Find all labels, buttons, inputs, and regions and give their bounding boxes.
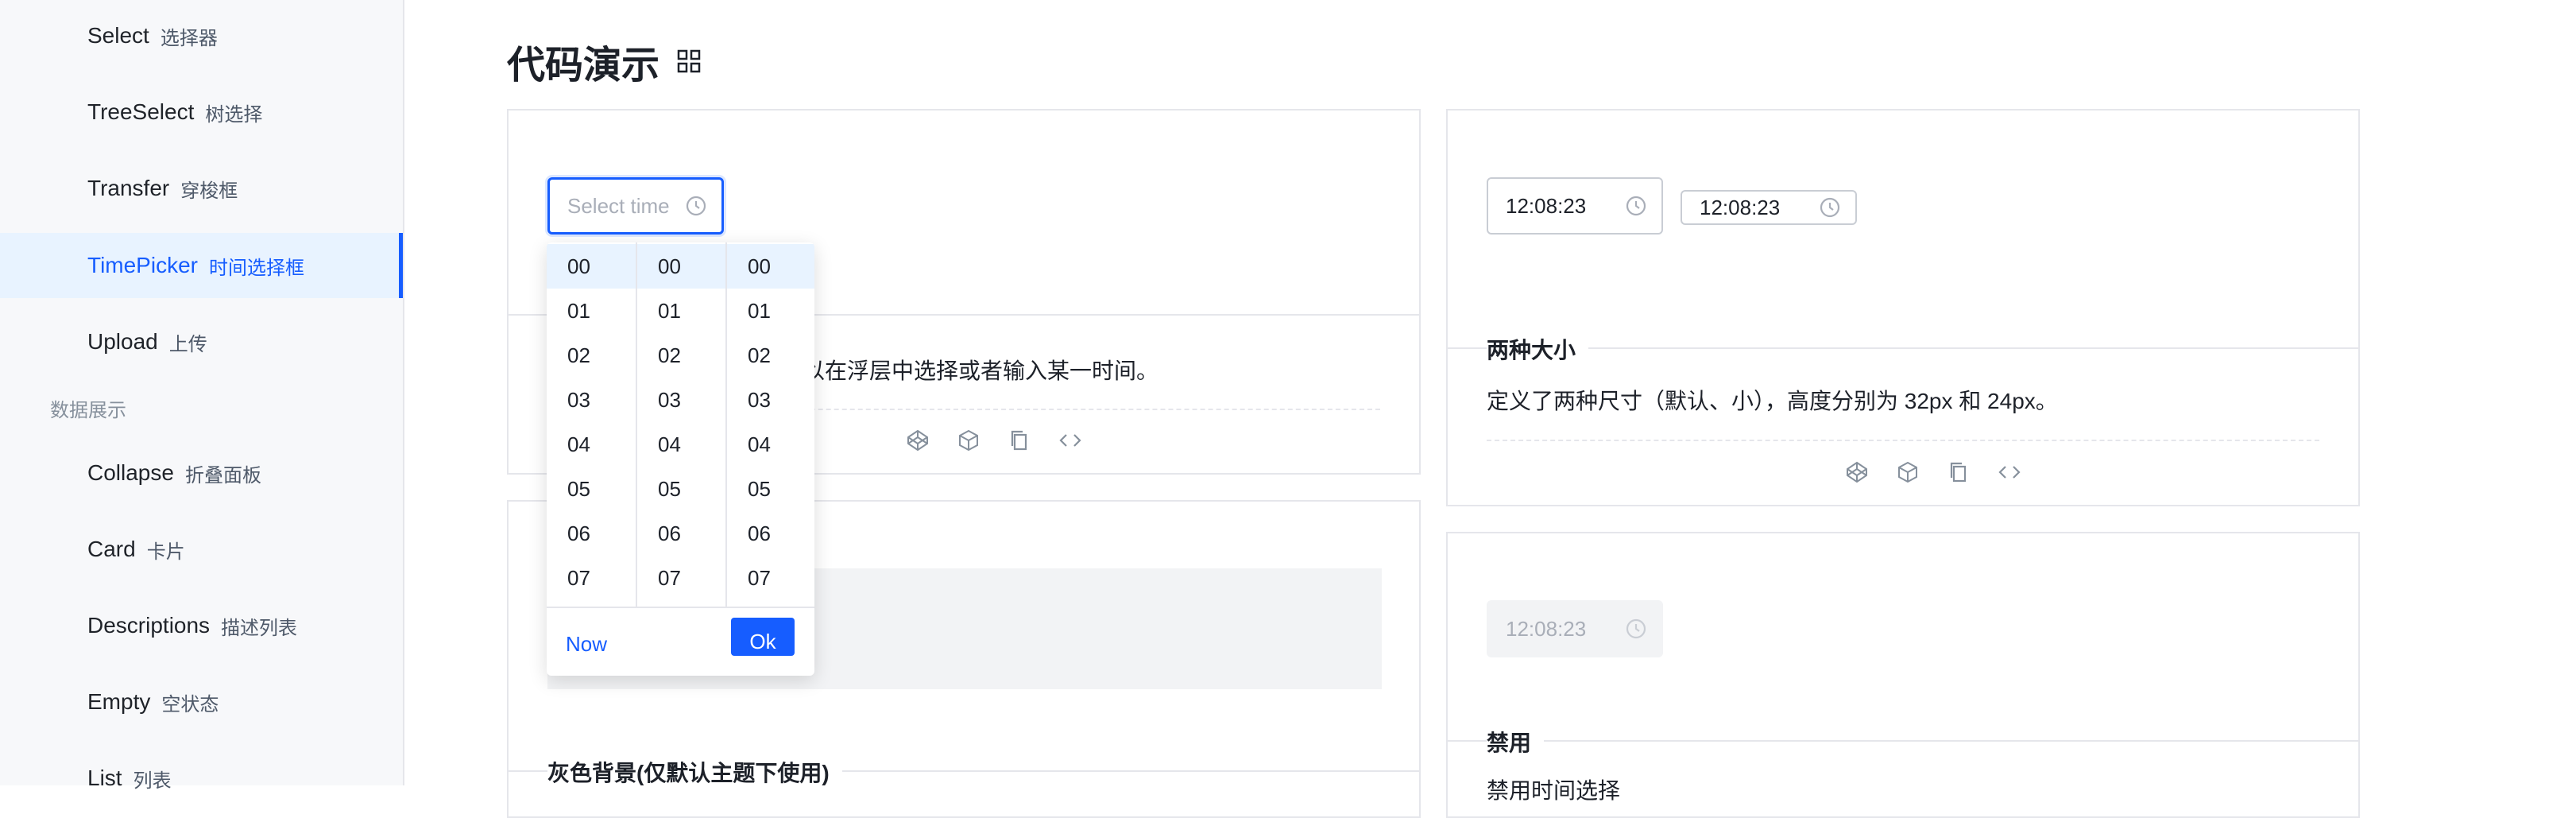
sidebar-item-sublabel: 时间选择框 bbox=[208, 257, 304, 279]
second-cell[interactable]: 00 bbox=[727, 244, 814, 289]
sidebar-item-label: Transfer bbox=[87, 176, 170, 200]
sidebar-item-sublabel: 穿梭框 bbox=[180, 180, 238, 202]
sidebar-item-sublabel: 描述列表 bbox=[221, 617, 298, 639]
dashed-divider bbox=[1487, 440, 2319, 441]
second-cell[interactable]: 01 bbox=[727, 289, 814, 333]
sidebar-item-transfer[interactable]: Transfer 穿梭框 bbox=[0, 156, 403, 221]
codesandbox-icon[interactable] bbox=[1896, 460, 1920, 484]
sidebar-item-sublabel: 树选择 bbox=[205, 103, 263, 126]
sidebar-item-collapse[interactable]: Collapse 折叠面板 bbox=[0, 440, 403, 506]
sidebar-item-label: List bbox=[87, 766, 122, 790]
sidebar-item-label: TimePicker bbox=[87, 253, 198, 277]
demo-actions bbox=[1845, 460, 2021, 484]
second-cell[interactable]: 03 bbox=[727, 378, 814, 422]
time-picker-input[interactable]: Select time bbox=[547, 177, 724, 235]
hour-cell[interactable]: 03 bbox=[547, 378, 636, 422]
hour-cell[interactable]: 00 bbox=[547, 244, 636, 289]
time-picker-value: 12:08:23 bbox=[1506, 616, 1587, 641]
demo-divider bbox=[1448, 740, 2358, 742]
code-icon[interactable] bbox=[1058, 428, 1082, 452]
sidebar-item-sublabel: 卡片 bbox=[146, 541, 185, 563]
time-picker-disabled: 12:08:23 bbox=[1487, 600, 1663, 657]
minute-cell[interactable]: 02 bbox=[637, 333, 726, 378]
clock-icon bbox=[686, 196, 706, 216]
sidebar-item-sublabel: 上传 bbox=[168, 333, 207, 355]
page-title-text: 代码演示 bbox=[507, 45, 660, 87]
demo-description: 禁用时间选择 bbox=[1487, 778, 1621, 803]
second-column[interactable]: 00 01 02 03 04 05 06 07 bbox=[725, 242, 814, 607]
hour-cell[interactable]: 01 bbox=[547, 289, 636, 333]
sidebar-item-label: Card bbox=[87, 537, 136, 561]
clock-icon bbox=[1626, 618, 1646, 639]
demo-card-sizes: 12:08:23 12:08:23 两种大小 定义了两种尺寸（默认、小），高度分… bbox=[1446, 109, 2360, 506]
hour-cell[interactable]: 04 bbox=[547, 422, 636, 467]
minute-cell[interactable]: 05 bbox=[637, 467, 726, 511]
sidebar-item-label: Collapse bbox=[87, 460, 174, 485]
hour-column[interactable]: 00 01 02 03 04 05 06 07 bbox=[547, 242, 636, 607]
sidebar-item-list[interactable]: List 列表 bbox=[0, 746, 403, 811]
now-button[interactable]: Now bbox=[566, 632, 607, 657]
sidebar-item-treeselect[interactable]: TreeSelect 树选择 bbox=[0, 79, 403, 145]
minute-cell[interactable]: 04 bbox=[637, 422, 726, 467]
time-picker-value: 12:08:23 bbox=[1700, 195, 1781, 219]
sidebar-item-sublabel: 折叠面板 bbox=[184, 464, 261, 487]
time-picker-small[interactable]: 12:08:23 bbox=[1681, 190, 1857, 225]
demo-title: 禁用 bbox=[1487, 726, 1545, 758]
second-cell[interactable]: 05 bbox=[727, 467, 814, 511]
sidebar-group-label: 数据展示 bbox=[50, 400, 126, 421]
second-cell[interactable]: 07 bbox=[727, 556, 814, 600]
time-picker-placeholder: Select time bbox=[567, 193, 670, 218]
minute-cell[interactable]: 03 bbox=[637, 378, 726, 422]
demo-actions bbox=[906, 428, 1082, 452]
sidebar-item-label: TreeSelect bbox=[87, 99, 195, 124]
demo-title: 灰色背景(仅默认主题下使用) bbox=[547, 756, 842, 788]
clock-icon bbox=[1626, 196, 1646, 216]
codepen-icon[interactable] bbox=[1845, 460, 1869, 484]
minute-cell[interactable]: 06 bbox=[637, 511, 726, 556]
minute-cell[interactable]: 01 bbox=[637, 289, 726, 333]
second-cell[interactable]: 02 bbox=[727, 333, 814, 378]
grid-icon[interactable] bbox=[677, 49, 701, 73]
demo-description: 定义了两种尺寸（默认、小），高度分别为 32px 和 24px。 bbox=[1487, 389, 2058, 413]
demo-title: 两种大小 bbox=[1487, 333, 1589, 365]
sidebar-item-label: Select bbox=[87, 23, 149, 48]
time-picker-default[interactable]: 12:08:23 bbox=[1487, 177, 1663, 235]
second-cell[interactable]: 06 bbox=[727, 511, 814, 556]
picker-footer: Now Ok bbox=[547, 607, 814, 676]
page-title: 代码演示 bbox=[507, 33, 701, 89]
copy-icon[interactable] bbox=[1008, 428, 1031, 452]
hour-cell[interactable]: 06 bbox=[547, 511, 636, 556]
copy-icon[interactable] bbox=[1947, 460, 1971, 484]
sidebar-item-timepicker[interactable]: TimePicker 时间选择框 bbox=[0, 233, 403, 298]
sidebar-item-sublabel: 空状态 bbox=[161, 693, 219, 715]
sidebar-item-descriptions[interactable]: Descriptions 描述列表 bbox=[0, 593, 403, 658]
clock-icon bbox=[1820, 197, 1840, 218]
code-icon[interactable] bbox=[1998, 460, 2021, 484]
sidebar-item-sublabel: 列表 bbox=[133, 770, 172, 792]
sidebar-item-label: Empty bbox=[87, 689, 151, 714]
sidebar-item-empty[interactable]: Empty 空状态 bbox=[0, 669, 403, 735]
sidebar-item-label: Descriptions bbox=[87, 613, 211, 638]
second-cell[interactable]: 04 bbox=[727, 422, 814, 467]
sidebar-item-upload[interactable]: Upload 上传 bbox=[0, 309, 403, 374]
demo-description: 以在浮层中选择或者输入某一时间。 bbox=[803, 359, 1159, 383]
minute-cell[interactable]: 00 bbox=[637, 244, 726, 289]
minute-column[interactable]: 00 01 02 03 04 05 06 07 bbox=[636, 242, 726, 607]
time-picker-value: 12:08:23 bbox=[1506, 193, 1587, 218]
codepen-icon[interactable] bbox=[906, 428, 930, 452]
hour-cell[interactable]: 05 bbox=[547, 467, 636, 511]
sidebar: Select 选择器 TreeSelect 树选择 Transfer 穿梭框 T… bbox=[0, 0, 404, 792]
codesandbox-icon[interactable] bbox=[957, 428, 981, 452]
sidebar-item-sublabel: 选择器 bbox=[160, 27, 218, 49]
minute-cell[interactable]: 07 bbox=[637, 556, 726, 600]
sidebar-item-label: Upload bbox=[87, 329, 158, 354]
ok-button[interactable]: Ok bbox=[731, 618, 795, 656]
sidebar-item-card[interactable]: Card 卡片 bbox=[0, 517, 403, 582]
hour-cell[interactable]: 02 bbox=[547, 333, 636, 378]
demo-card-disabled: 12:08:23 禁用 禁用时间选择 bbox=[1446, 532, 2360, 818]
time-picker-popup: 00 01 02 03 04 05 06 07 00 01 02 03 04 0… bbox=[547, 242, 814, 676]
sidebar-item-select[interactable]: Select 选择器 bbox=[0, 3, 403, 68]
hour-cell[interactable]: 07 bbox=[547, 556, 636, 600]
